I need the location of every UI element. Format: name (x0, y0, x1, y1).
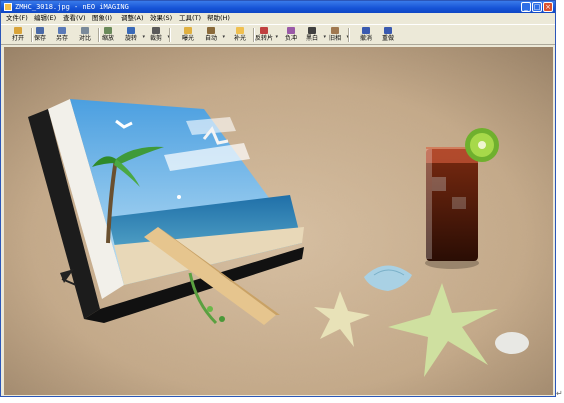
menu-tools[interactable]: 工具(T) (179, 14, 201, 23)
image-canvas[interactable] (4, 47, 553, 395)
menu-effects[interactable]: 效果(S) (150, 14, 172, 23)
menu-edit[interactable]: 编辑(E) (34, 14, 56, 23)
toolbar: 打开保存另存对比缩放旋转▾裁剪▾曝光自动▾补光反转片▾负冲黑白▾旧相▾撤消重做 (1, 24, 555, 45)
pebble (495, 332, 529, 354)
exposure-icon (184, 27, 192, 34)
beach-photo (4, 47, 553, 395)
toolbar-reversal-film-button[interactable]: 反转片 ▾ (253, 26, 278, 44)
title-bar: ZMHC_3018.jpg - nEO iMAGING _ □ × (1, 1, 555, 13)
old-photo-icon (331, 27, 339, 34)
fill-light-icon (236, 27, 244, 34)
cross-process-icon (287, 27, 295, 34)
redo-icon (384, 27, 392, 34)
toolbar-auto-button[interactable]: 自动 ▾ (200, 26, 225, 44)
zoom-icon (104, 27, 112, 34)
window-title: ZMHC_3018.jpg - nEO iMAGING (15, 3, 129, 11)
menu-adjust[interactable]: 调整(A) (121, 14, 144, 23)
menu-image[interactable]: 图象(I) (92, 14, 112, 23)
menu-file[interactable]: 文件(F) (6, 14, 28, 23)
app-logo-icon (4, 3, 12, 11)
app-window: ZMHC_3018.jpg - nEO iMAGING _ □ × 文件(F) … (0, 0, 556, 397)
rotate-icon (127, 27, 135, 34)
reversal-film-icon (260, 27, 268, 34)
toolbar-separator (348, 28, 350, 42)
maximize-button[interactable]: □ (532, 2, 542, 12)
undo-icon (362, 27, 370, 34)
save-as-icon (58, 27, 66, 34)
crop-icon (152, 27, 160, 34)
menu-help[interactable]: 帮助(H) (207, 14, 230, 23)
minimize-button[interactable]: _ (521, 2, 531, 12)
black-white-icon (308, 27, 316, 34)
menu-bar: 文件(F) 编辑(E) 查看(V) 图象(I) 调整(A) 效果(S) 工具(T… (1, 13, 555, 24)
toolbar-rotate-button[interactable]: 旋转 ▾ (120, 26, 145, 44)
toolbar-crop-button[interactable]: 裁剪▾ (145, 26, 170, 44)
toolbar-redo-button[interactable]: 重做 (377, 26, 399, 44)
save-disk-icon (36, 27, 44, 34)
toolbar-label: 重做 (381, 35, 394, 42)
toolbar-fill-light-button[interactable]: 补光 (229, 26, 251, 44)
close-button[interactable]: × (543, 2, 553, 12)
menu-view[interactable]: 查看(V) (63, 14, 86, 23)
auto-icon (207, 27, 215, 34)
toolbar-old-photo-button[interactable]: 旧相▾ (324, 26, 349, 44)
toolbar-separator (169, 28, 171, 42)
return-mark: ↵ (556, 389, 563, 398)
compare-icon (81, 27, 89, 34)
open-folder-icon (14, 27, 22, 34)
